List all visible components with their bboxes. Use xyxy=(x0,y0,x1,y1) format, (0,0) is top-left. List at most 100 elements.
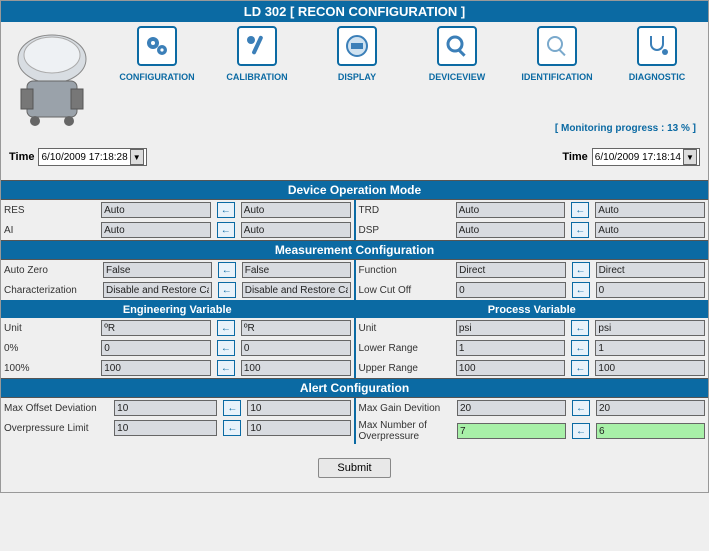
ai-input-b[interactable] xyxy=(241,222,351,238)
max-gain-dev-input-b[interactable] xyxy=(596,400,705,416)
pv-unit-input-b[interactable] xyxy=(595,320,705,336)
arrow-left-icon[interactable]: ← xyxy=(217,222,235,238)
magnifier-device-icon xyxy=(437,26,477,66)
ev-0-input-a[interactable] xyxy=(101,340,211,356)
display-icon xyxy=(337,26,377,66)
ev-100-input-a[interactable] xyxy=(101,360,211,376)
ev-100-input-b[interactable] xyxy=(241,360,351,376)
dsp-input-a[interactable] xyxy=(456,222,566,238)
param-row: DSP ← xyxy=(356,220,709,240)
param-row: Max Number of Overpressure ← xyxy=(356,418,709,444)
time-select-right[interactable]: 6/10/2009 17:18:14▼ xyxy=(592,148,700,166)
dsp-label: DSP xyxy=(356,220,453,240)
arrow-left-icon[interactable]: ← xyxy=(571,360,589,376)
trd-input-a[interactable] xyxy=(456,202,566,218)
pv-lower-input-b[interactable] xyxy=(595,340,705,356)
arrow-left-icon[interactable]: ← xyxy=(571,222,589,238)
arrow-left-icon[interactable]: ← xyxy=(572,423,590,439)
arrow-left-icon[interactable]: ← xyxy=(217,202,235,218)
time-select-left[interactable]: 6/10/2009 17:18:28▼ xyxy=(38,148,146,166)
submit-button[interactable]: Submit xyxy=(318,458,390,478)
characterization-input-b[interactable] xyxy=(242,282,351,298)
param-row: Lower Range ← xyxy=(356,338,709,358)
arrow-left-icon[interactable]: ← xyxy=(572,262,590,278)
stethoscope-icon xyxy=(637,26,677,66)
ev-100-label: 100% xyxy=(1,358,98,378)
max-offset-dev-input-b[interactable] xyxy=(247,400,350,416)
pv-upper-label: Upper Range xyxy=(356,358,453,378)
ev-unit-input-a[interactable] xyxy=(101,320,211,336)
param-row: Unit ← xyxy=(1,318,354,338)
nav-display[interactable]: DISPLAY xyxy=(307,26,407,82)
param-row: Upper Range ← xyxy=(356,358,709,378)
chevron-down-icon[interactable]: ▼ xyxy=(683,149,697,165)
overpressure-limit-input-b[interactable] xyxy=(247,420,350,436)
nav-diagnostic[interactable]: DIAGNOSTIC xyxy=(607,26,707,82)
arrow-left-icon[interactable]: ← xyxy=(571,340,589,356)
chevron-down-icon[interactable]: ▼ xyxy=(130,149,144,165)
nav-deviceview[interactable]: DEVICEVIEW xyxy=(407,26,507,82)
ev-0-label: 0% xyxy=(1,338,98,358)
param-row: RES ← xyxy=(1,200,354,220)
res-input-a[interactable] xyxy=(101,202,211,218)
function-input-a[interactable] xyxy=(456,262,565,278)
overpressure-limit-label: Overpressure Limit xyxy=(1,418,111,438)
trd-input-b[interactable] xyxy=(595,202,705,218)
arrow-left-icon[interactable]: ← xyxy=(223,420,241,436)
autozero-label: Auto Zero xyxy=(1,260,100,280)
ai-input-a[interactable] xyxy=(101,222,211,238)
nav-configuration[interactable]: CONFIGURATION xyxy=(107,26,207,82)
pv-unit-input-a[interactable] xyxy=(456,320,566,336)
ev-0-input-b[interactable] xyxy=(241,340,351,356)
max-offset-dev-input-a[interactable] xyxy=(114,400,217,416)
arrow-left-icon[interactable]: ← xyxy=(218,262,236,278)
res-input-b[interactable] xyxy=(241,202,351,218)
pv-lower-input-a[interactable] xyxy=(456,340,566,356)
param-row: AI ← xyxy=(1,220,354,240)
max-gain-dev-input-a[interactable] xyxy=(457,400,566,416)
autozero-input-b[interactable] xyxy=(242,262,351,278)
pv-unit-label: Unit xyxy=(356,318,453,338)
lowcutoff-input-a[interactable] xyxy=(456,282,565,298)
max-num-overpressure-input-a[interactable] xyxy=(457,423,566,439)
arrow-left-icon[interactable]: ← xyxy=(571,320,589,336)
time-label-left: Time xyxy=(9,151,34,163)
section-alert-config: Alert Configuration xyxy=(1,378,708,398)
arrow-left-icon[interactable]: ← xyxy=(223,400,241,416)
characterization-input-a[interactable] xyxy=(103,282,212,298)
nav-identification[interactable]: IDENTIFICATION xyxy=(507,26,607,82)
arrow-left-icon[interactable]: ← xyxy=(217,320,235,336)
param-row: Function ← xyxy=(356,260,709,280)
arrow-left-icon[interactable]: ← xyxy=(572,282,590,298)
param-row: Characterization ← xyxy=(1,280,354,300)
overpressure-limit-input-a[interactable] xyxy=(114,420,217,436)
param-row: Max Offset Deviation ← xyxy=(1,398,354,418)
lowcutoff-input-b[interactable] xyxy=(596,282,705,298)
max-gain-dev-label: Max Gain Devition xyxy=(356,398,454,418)
pv-lower-label: Lower Range xyxy=(356,338,453,358)
arrow-left-icon[interactable]: ← xyxy=(217,360,235,376)
arrow-left-icon[interactable]: ← xyxy=(217,340,235,356)
arrow-left-icon[interactable]: ← xyxy=(572,400,590,416)
max-num-overpressure-input-b[interactable] xyxy=(596,423,705,439)
ev-unit-label: Unit xyxy=(1,318,98,338)
pv-upper-input-a[interactable] xyxy=(456,360,566,376)
autozero-input-a[interactable] xyxy=(103,262,212,278)
param-row: Max Gain Devition ← xyxy=(356,398,709,418)
arrow-left-icon[interactable]: ← xyxy=(218,282,236,298)
dsp-input-b[interactable] xyxy=(595,222,705,238)
param-row: 0% ← xyxy=(1,338,354,358)
ai-label: AI xyxy=(1,220,98,240)
pv-upper-input-b[interactable] xyxy=(595,360,705,376)
section-process-variable: Process Variable xyxy=(356,302,709,318)
nav-calibration[interactable]: CALIBRATION xyxy=(207,26,307,82)
section-measurement-config: Measurement Configuration xyxy=(1,240,708,260)
time-label-right: Time xyxy=(562,151,587,163)
param-row: Unit ← xyxy=(356,318,709,338)
characterization-label: Characterization xyxy=(1,280,100,300)
ev-unit-input-b[interactable] xyxy=(241,320,351,336)
function-input-b[interactable] xyxy=(596,262,705,278)
arrow-left-icon[interactable]: ← xyxy=(571,202,589,218)
param-row: Low Cut Off ← xyxy=(356,280,709,300)
param-row: TRD ← xyxy=(356,200,709,220)
